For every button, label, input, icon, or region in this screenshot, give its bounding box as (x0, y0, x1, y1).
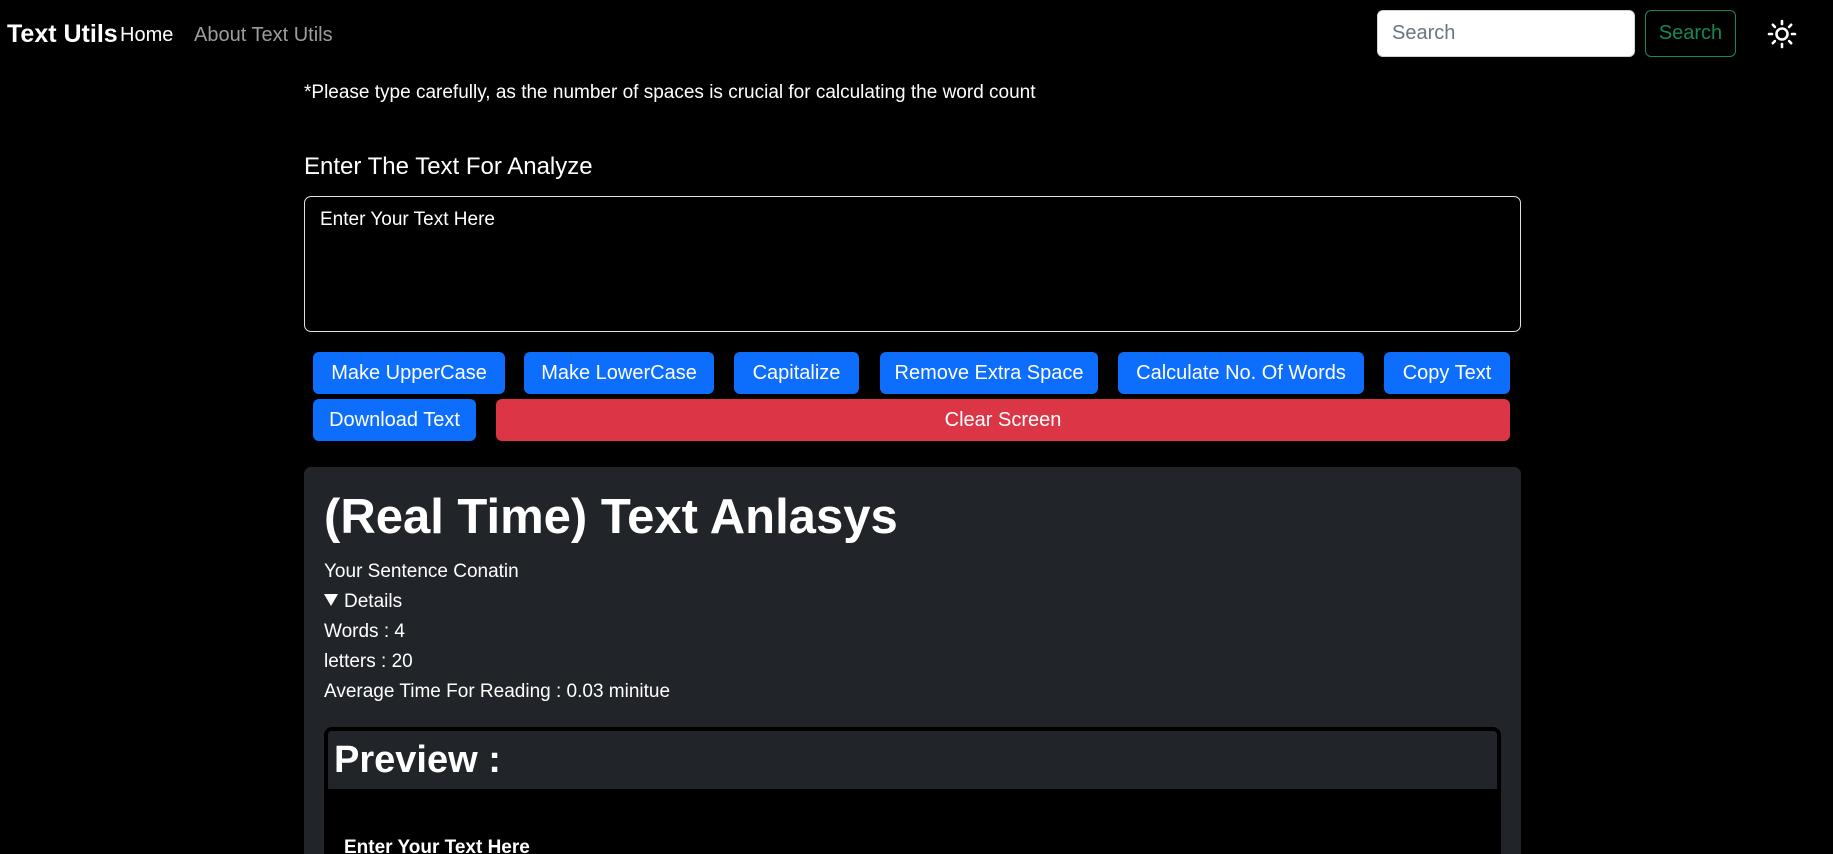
analysis-subtitle: Your Sentence Conatin (324, 561, 519, 582)
copy-text-button[interactable]: Copy Text (1384, 352, 1510, 394)
lowercase-button[interactable]: Make LowerCase (524, 352, 714, 394)
analysis-card: (Real Time) Text Anlasys Your Sentence C… (304, 467, 1521, 854)
search-button[interactable]: Search (1645, 10, 1736, 57)
text-input-label: Enter The Text For Analyze (304, 153, 593, 180)
letter-count: letters : 20 (324, 651, 413, 672)
nav-link-home[interactable]: Home (120, 24, 173, 47)
details-toggle[interactable]: Details (324, 591, 402, 613)
navbar: Text Utils Home About Text Utils Search (0, 0, 1833, 70)
preview-header: Preview : (328, 731, 1497, 789)
download-text-button[interactable]: Download Text (313, 399, 476, 441)
remove-extra-space-button[interactable]: Remove Extra Space (880, 352, 1098, 394)
disclosure-triangle-icon (324, 594, 338, 606)
capitalize-button[interactable]: Capitalize (734, 352, 859, 394)
text-input-area[interactable] (304, 196, 1521, 332)
analysis-title: (Real Time) Text Anlasys (324, 490, 898, 544)
preview-box: Preview : Enter Your Text Here (324, 727, 1501, 854)
preview-text: Enter Your Text Here (344, 837, 530, 854)
nav-link-about[interactable]: About Text Utils (194, 24, 333, 47)
search-input[interactable] (1377, 10, 1635, 57)
word-count: Words : 4 (324, 621, 405, 642)
sun-icon[interactable] (1766, 18, 1798, 50)
uppercase-button[interactable]: Make UpperCase (313, 352, 505, 394)
word-count-notice: *Please type carefully, as the number of… (304, 82, 1036, 103)
brand-logo[interactable]: Text Utils (7, 20, 118, 49)
clear-screen-button[interactable]: Clear Screen (496, 399, 1510, 441)
calculate-words-button[interactable]: Calculate No. Of Words (1118, 352, 1364, 394)
reading-time: Average Time For Reading : 0.03 minitue (324, 681, 671, 702)
details-label: Details (344, 591, 403, 612)
preview-title: Preview : (334, 739, 501, 781)
